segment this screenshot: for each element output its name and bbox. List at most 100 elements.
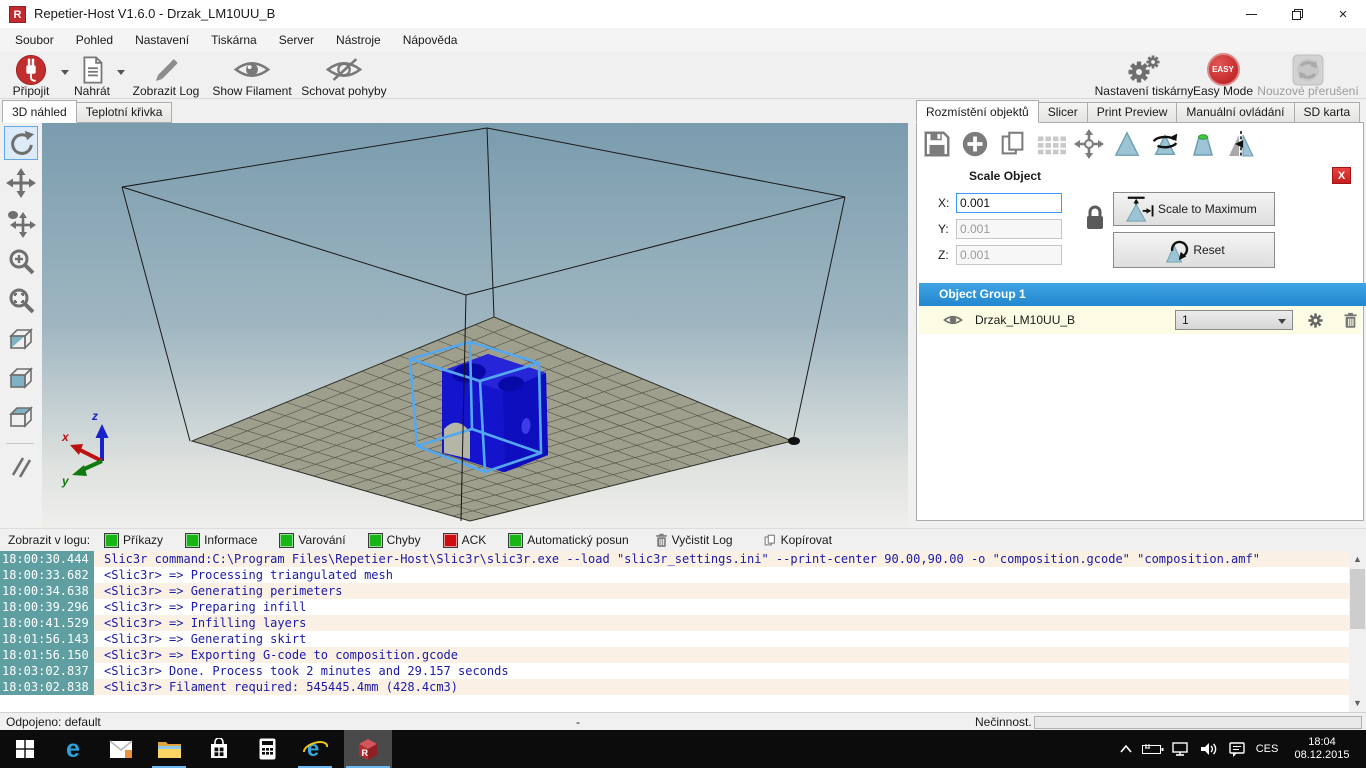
save-composition-button[interactable]: [921, 128, 953, 160]
tab-temperature-curve[interactable]: Teplotní křivka: [76, 102, 173, 123]
model-drzak[interactable]: [442, 354, 548, 472]
z-label: Z:: [938, 245, 954, 265]
copy-log-button[interactable]: Kopírovat: [763, 533, 832, 548]
cube-top-icon: [6, 402, 36, 432]
scale-x-input[interactable]: [956, 193, 1062, 213]
rotate-view-button[interactable]: [4, 126, 38, 160]
commands-checkbox[interactable]: [104, 533, 119, 548]
scale-z-input[interactable]: [956, 245, 1062, 265]
filter-errors[interactable]: Chyby: [368, 533, 421, 548]
scroll-up-icon[interactable]: ▲: [1349, 551, 1366, 568]
menu-napoveda[interactable]: Nápověda: [392, 28, 469, 52]
rotate-object-button[interactable]: [1149, 128, 1181, 160]
scale-reset-button[interactable]: Reset: [1113, 232, 1275, 268]
tab-slicer[interactable]: Slicer: [1038, 102, 1088, 123]
taskbar-calculator-icon[interactable]: [244, 730, 290, 768]
connect-button[interactable]: Připojit: [2, 54, 60, 98]
load-dropdown-caret[interactable]: [117, 70, 125, 75]
taskbar-mail-icon[interactable]: [98, 730, 144, 768]
tray-language[interactable]: CES: [1252, 730, 1282, 768]
front-view-button[interactable]: [4, 361, 38, 395]
cube-front-icon: [6, 363, 36, 393]
top-view-button[interactable]: [4, 400, 38, 434]
object-group-header[interactable]: Object Group 1: [919, 283, 1366, 306]
tray-network-icon[interactable]: [1168, 730, 1194, 768]
mirror-object-button[interactable]: [1225, 128, 1257, 160]
tab-3d-preview[interactable]: 3D náhled: [2, 100, 77, 123]
clear-log-button[interactable]: Vyčistit Log: [655, 533, 733, 548]
lay-flat-button[interactable]: [1187, 128, 1219, 160]
tray-chevron-icon[interactable]: [1114, 730, 1138, 768]
printer-settings-button[interactable]: Nastavení tiskárny: [1086, 54, 1202, 98]
isometric-view-button[interactable]: [4, 322, 38, 356]
menu-nastaveni[interactable]: Nastavení: [124, 28, 200, 52]
load-button[interactable]: Nahrát: [70, 54, 114, 98]
errors-checkbox[interactable]: [368, 533, 383, 548]
lock-aspect-icon[interactable]: [1082, 203, 1108, 236]
filter-autoscroll[interactable]: Automatický posun: [508, 533, 628, 548]
restore-button[interactable]: [1274, 0, 1320, 28]
zoom-in-button[interactable]: [4, 244, 38, 278]
zoom-fit-icon: [6, 285, 36, 315]
hide-moves-button[interactable]: Schovat pohyby: [298, 54, 390, 98]
progress-bar: [1034, 716, 1362, 729]
scroll-down-icon[interactable]: ▼: [1349, 695, 1366, 712]
trash-icon: [655, 533, 668, 548]
tray-clock[interactable]: 18:04 08.12.2015: [1286, 730, 1358, 768]
tab-object-placement[interactable]: Rozmístění objektů: [916, 100, 1039, 123]
start-button[interactable]: [2, 730, 48, 768]
menu-server[interactable]: Server: [268, 28, 325, 52]
scale-close-button[interactable]: X: [1332, 167, 1351, 184]
show-filament-button[interactable]: Show Filament: [206, 54, 298, 98]
scale-object-button[interactable]: [1111, 128, 1143, 160]
tray-notifications-icon[interactable]: [1224, 730, 1250, 768]
autoposition-button[interactable]: [1035, 128, 1067, 160]
taskbar-repetier-icon[interactable]: R: [344, 730, 392, 768]
menu-soubor[interactable]: Soubor: [4, 28, 65, 52]
show-log-button[interactable]: Zobrazit Log: [126, 54, 206, 98]
information-checkbox[interactable]: [185, 533, 200, 548]
warnings-checkbox[interactable]: [279, 533, 294, 548]
zoom-fit-button[interactable]: [4, 283, 38, 317]
taskbar-store-icon[interactable]: [196, 730, 242, 768]
connect-dropdown-caret[interactable]: [61, 70, 69, 75]
tray-volume-icon[interactable]: [1196, 730, 1222, 768]
scrollbar-thumb[interactable]: [1350, 569, 1365, 629]
tab-manual-control[interactable]: Manuální ovládání: [1176, 102, 1294, 123]
menu-nastroje[interactable]: Nástroje: [325, 28, 392, 52]
tray-time: 18:04: [1308, 736, 1336, 749]
tray-battery-icon[interactable]: [1140, 730, 1166, 768]
add-object-button[interactable]: [959, 128, 991, 160]
easy-mode-button[interactable]: EASY Easy Mode: [1192, 54, 1254, 98]
object-row[interactable]: Drzak_LM10UU_B 1: [919, 306, 1361, 334]
taskbar-ie-icon[interactable]: e: [292, 730, 338, 768]
log-scrollbar[interactable]: ▲ ▼: [1349, 551, 1366, 712]
filter-information[interactable]: Informace: [185, 533, 257, 548]
minimize-button[interactable]: [1228, 0, 1274, 28]
object-delete-trash-icon[interactable]: [1343, 312, 1358, 332]
taskbar-explorer-icon[interactable]: [146, 730, 192, 768]
mirror-icon: [1226, 129, 1256, 159]
close-button[interactable]: ×: [1320, 0, 1366, 28]
menu-tiskarna[interactable]: Tiskárna: [200, 28, 268, 52]
move-view-button[interactable]: [4, 166, 38, 200]
object-visibility-eye-icon[interactable]: [943, 313, 963, 330]
autoscroll-checkbox[interactable]: [508, 533, 523, 548]
ack-checkbox[interactable]: [443, 533, 458, 548]
parallel-projection-button[interactable]: [4, 449, 38, 483]
center-object-button[interactable]: [1073, 128, 1105, 160]
filter-ack[interactable]: ACK: [443, 533, 487, 548]
filter-commands[interactable]: Příkazy: [104, 533, 163, 548]
3d-viewport[interactable]: z x y: [42, 123, 908, 528]
menu-pohled[interactable]: Pohled: [65, 28, 124, 52]
tab-sd-card[interactable]: SD karta: [1294, 102, 1361, 123]
copy-object-button[interactable]: [997, 128, 1029, 160]
copies-dropdown[interactable]: 1: [1175, 310, 1293, 330]
object-settings-gear-icon[interactable]: [1307, 312, 1324, 332]
move-object-button[interactable]: [4, 206, 38, 240]
tab-print-preview[interactable]: Print Preview: [1087, 102, 1178, 123]
scale-y-input[interactable]: [956, 219, 1062, 239]
filter-warnings[interactable]: Varování: [279, 533, 345, 548]
scale-to-maximum-button[interactable]: Scale to Maximum: [1113, 192, 1275, 226]
taskbar-edge-icon[interactable]: e: [50, 730, 96, 768]
